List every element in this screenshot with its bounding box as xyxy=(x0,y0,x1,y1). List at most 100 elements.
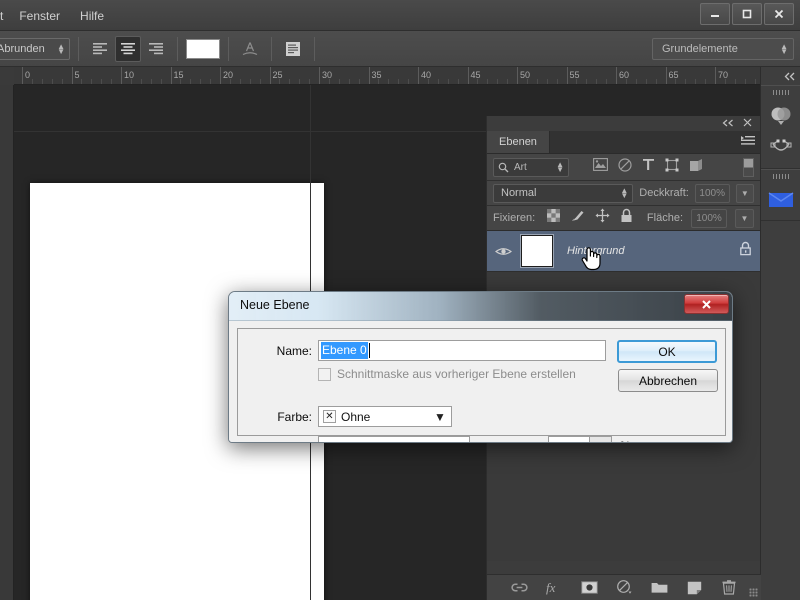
dock-grip-icon-2[interactable] xyxy=(772,174,789,179)
clipping-mask-row[interactable]: Schnittmaske aus vorheriger Ebene erstel… xyxy=(318,367,576,381)
ruler-tick-minor xyxy=(457,79,459,84)
horizontal-ruler[interactable]: 0 5 10 15 20 25 30 35 40 45 50 55 60 65 70 xyxy=(0,67,760,85)
ruler-tick-major xyxy=(71,67,73,84)
color-panel-button[interactable] xyxy=(768,103,794,129)
workspace-spinner-icon: ▲ ▼ xyxy=(780,42,788,56)
ruler-tick-minor xyxy=(536,79,538,84)
lock-image-pixels-button[interactable] xyxy=(570,209,585,228)
panel-opacity-label: Deckkraft: xyxy=(639,187,689,199)
align-right-button[interactable] xyxy=(143,36,169,62)
ruler-tick-minor xyxy=(61,79,63,84)
anti-alias-dropdown[interactable]: Abrunden ▲ ▼ xyxy=(0,37,70,60)
ruler-tick-minor xyxy=(487,79,489,84)
close-button[interactable] xyxy=(764,3,794,25)
lock-icons-group xyxy=(547,208,633,228)
text-color-swatch[interactable] xyxy=(186,38,220,59)
ruler-label: 15 xyxy=(173,70,184,80)
ruler-tick-minor xyxy=(31,79,33,84)
dialog-opacity-stepper[interactable]: ▶ xyxy=(590,436,612,442)
panel-resize-grip[interactable] xyxy=(749,588,758,597)
blend-mode-select[interactable]: Normal ▲ ▼ xyxy=(493,183,634,203)
menu-item-clipped[interactable]: t xyxy=(0,6,9,26)
smart-object-filter-button[interactable] xyxy=(689,158,703,177)
ruler-tick-minor xyxy=(289,79,291,84)
clipping-mask-checkbox[interactable] xyxy=(318,367,331,381)
svg-text:fx: fx xyxy=(546,580,556,595)
ruler-tick-minor xyxy=(675,79,677,84)
ruler-tick-minor xyxy=(51,79,53,84)
dialog-title-bar[interactable]: Neue Ebene xyxy=(229,292,732,321)
layer-thumbnail[interactable] xyxy=(520,234,554,268)
layer-name[interactable]: Hintergrund xyxy=(561,245,731,257)
lock-transparency-button[interactable] xyxy=(547,209,561,227)
search-icon xyxy=(498,162,509,172)
lock-position-button[interactable] xyxy=(595,208,610,228)
add-layer-mask-button[interactable] xyxy=(580,579,598,597)
ruler-tick-minor xyxy=(180,79,182,84)
cancel-button[interactable]: Abbrechen xyxy=(618,369,718,392)
panel-opacity-dropdown-button[interactable]: ▼ xyxy=(735,183,754,203)
ruler-corner[interactable] xyxy=(0,67,14,85)
swatch-panel-button[interactable] xyxy=(768,187,794,213)
ruler-tick-minor xyxy=(546,79,548,84)
dialog-opacity-input[interactable]: 100 xyxy=(548,436,590,442)
adjustment-layer-filter-button[interactable] xyxy=(618,157,632,177)
ruler-tick-major xyxy=(22,67,23,84)
workspace-selector[interactable]: Grundelemente ▲ ▼ xyxy=(652,38,794,60)
vertical-ruler[interactable] xyxy=(0,85,14,600)
link-layers-button[interactable] xyxy=(510,579,528,597)
menu-item-fenster[interactable]: Fenster xyxy=(9,6,70,26)
close-panel-button[interactable] xyxy=(743,118,752,129)
ruler-tick-major xyxy=(269,67,271,84)
layer-mode-select[interactable]: Normal ▼ xyxy=(318,436,470,442)
ruler-label: 0 xyxy=(25,70,31,80)
menu-item-hilfe[interactable]: Hilfe xyxy=(70,6,114,26)
collapse-panel-button[interactable] xyxy=(722,119,735,129)
align-center-button[interactable] xyxy=(115,35,141,62)
lock-all-button[interactable] xyxy=(620,208,633,228)
tab-ebenen[interactable]: Ebenen xyxy=(487,131,550,153)
ruler-tick-minor xyxy=(655,79,657,84)
options-bar: Abrunden ▲ ▼ Grundelemente ▲ ▼ xyxy=(0,31,800,67)
fill-value[interactable]: 100% xyxy=(691,208,727,228)
layer-style-button[interactable]: fx xyxy=(545,579,563,597)
panel-opacity-value[interactable]: 100% xyxy=(694,183,730,203)
minimize-button[interactable] xyxy=(700,3,730,25)
ok-button[interactable]: OK xyxy=(617,340,717,363)
close-panel-icon xyxy=(743,118,752,127)
delete-layer-icon xyxy=(722,580,736,595)
paragraph-panel-button[interactable] xyxy=(280,36,306,62)
layer-filter-row: Art ▲ ▼ xyxy=(487,154,760,181)
color-panel-icon xyxy=(771,107,790,125)
maximize-button[interactable] xyxy=(732,3,762,25)
layer-name-input[interactable]: Ebene 0 xyxy=(318,340,606,361)
eye-icon xyxy=(494,247,512,255)
layer-visibility-toggle[interactable] xyxy=(493,246,513,257)
panel-menu-button[interactable] xyxy=(741,136,755,150)
paths-panel-button[interactable] xyxy=(768,135,794,161)
new-group-button[interactable] xyxy=(650,579,668,597)
ruler-tick-minor xyxy=(111,79,113,84)
pixel-layer-filter-button[interactable] xyxy=(593,158,608,176)
dock-collapse-button[interactable] xyxy=(761,67,800,85)
new-adjustment-layer-button[interactable] xyxy=(615,579,633,597)
filter-enable-toggle[interactable] xyxy=(743,157,754,177)
options-separator-4 xyxy=(271,36,272,61)
delete-layer-button[interactable] xyxy=(720,579,738,597)
ruler-tick-minor xyxy=(596,79,598,84)
type-layer-filter-button[interactable] xyxy=(642,158,655,176)
shape-layer-filter-button[interactable] xyxy=(665,158,679,177)
ruler-tick-minor xyxy=(140,79,142,84)
dock-grip-icon[interactable] xyxy=(772,90,789,95)
table-row[interactable]: Hintergrund xyxy=(487,231,760,272)
align-left-button[interactable] xyxy=(87,36,113,62)
ruler-tick-minor xyxy=(200,79,202,84)
new-layer-button[interactable] xyxy=(685,579,703,597)
layer-filter-select[interactable]: Art ▲ ▼ xyxy=(493,157,569,177)
layer-color-select[interactable]: ✕ Ohne ▼ xyxy=(318,406,452,427)
paths-panel-icon xyxy=(770,139,791,151)
dialog-close-button[interactable] xyxy=(684,294,729,314)
warp-text-button[interactable] xyxy=(237,36,263,62)
pixel-layer-filter-icon xyxy=(593,158,608,171)
fill-dropdown-button[interactable]: ▼ xyxy=(735,208,754,228)
